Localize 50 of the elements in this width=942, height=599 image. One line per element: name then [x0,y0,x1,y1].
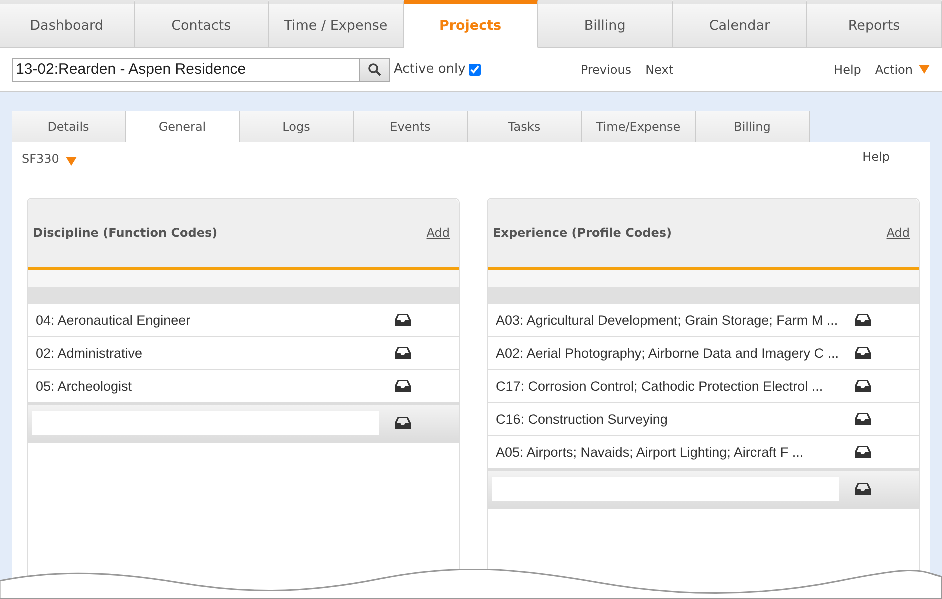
add-link[interactable]: Add [886,226,910,240]
search-icon [368,62,382,76]
section-tab[interactable]: Time/Expense [582,111,696,142]
inbox-icon[interactable] [855,412,871,426]
caret-icon[interactable] [919,65,930,74]
inbox-icon[interactable] [395,379,411,393]
section-tab[interactable]: General [126,111,240,142]
new-code-field[interactable] [492,477,839,501]
inbox-icon[interactable] [855,313,871,327]
add-link[interactable]: Add [426,226,450,240]
nav-tab[interactable]: Calendar [672,0,808,48]
inbox-icon[interactable] [855,482,871,496]
code-item: C16: Construction Surveying [496,412,668,426]
code-item: C17: Corrosion Control; Cathodic Protection Electrol ... [496,378,824,394]
active-only-label: Active only [394,62,466,77]
inbox-icon[interactable] [855,379,871,393]
inbox-icon[interactable] [395,313,411,327]
help-link[interactable]: Help [834,62,862,76]
panel-title: Discipline (Function Codes) [33,226,218,240]
code-item: 02: Administrative [36,346,143,360]
action-menu[interactable]: Action [875,62,913,76]
nav-tab[interactable]: Dashboard [0,0,135,48]
help-link[interactable]: Help [862,150,890,164]
section-tab[interactable]: Logs [240,111,354,142]
form-selector[interactable]: SF330 [22,152,60,166]
nav-tab[interactable]: Contacts [134,0,270,48]
code-item: A03: Agricultural Development; Grain Storage; Farm M ... [496,312,838,328]
panel-title: Experience (Profile Codes) [493,226,672,240]
previous-link[interactable]: Previous [580,62,632,76]
search-button[interactable] [360,58,390,82]
inbox-icon[interactable] [395,346,411,360]
nav-tab[interactable]: Reports [807,0,942,48]
project-search-field[interactable]: 13-02:Rearden - Aspen Residence [12,58,360,82]
code-item: A05: Airports; Navaids; Airport Lighting; Aircraft F ... [496,444,804,460]
nav-tab[interactable]: Time / Expense [269,0,404,48]
active-only-checkbox[interactable] [468,64,481,76]
inbox-icon[interactable] [855,445,871,459]
caret-icon[interactable] [66,157,78,166]
section-tab[interactable]: Tasks [468,111,582,142]
section-tab[interactable]: Details [12,111,126,142]
section-tab[interactable]: Events [354,111,468,142]
new-code-field[interactable] [32,411,379,435]
code-item: 04: Aeronautical Engineer [36,312,191,328]
section-tab[interactable]: Billing [696,111,810,142]
code-item: 05: Archeologist [36,378,132,394]
code-item: A02: Aerial Photography; Airborne Data and Imagery C ... [496,346,839,360]
nav-tab[interactable]: Billing [538,0,673,48]
inbox-icon[interactable] [855,346,871,360]
inbox-icon[interactable] [395,416,411,430]
next-link[interactable]: Next [646,62,674,76]
